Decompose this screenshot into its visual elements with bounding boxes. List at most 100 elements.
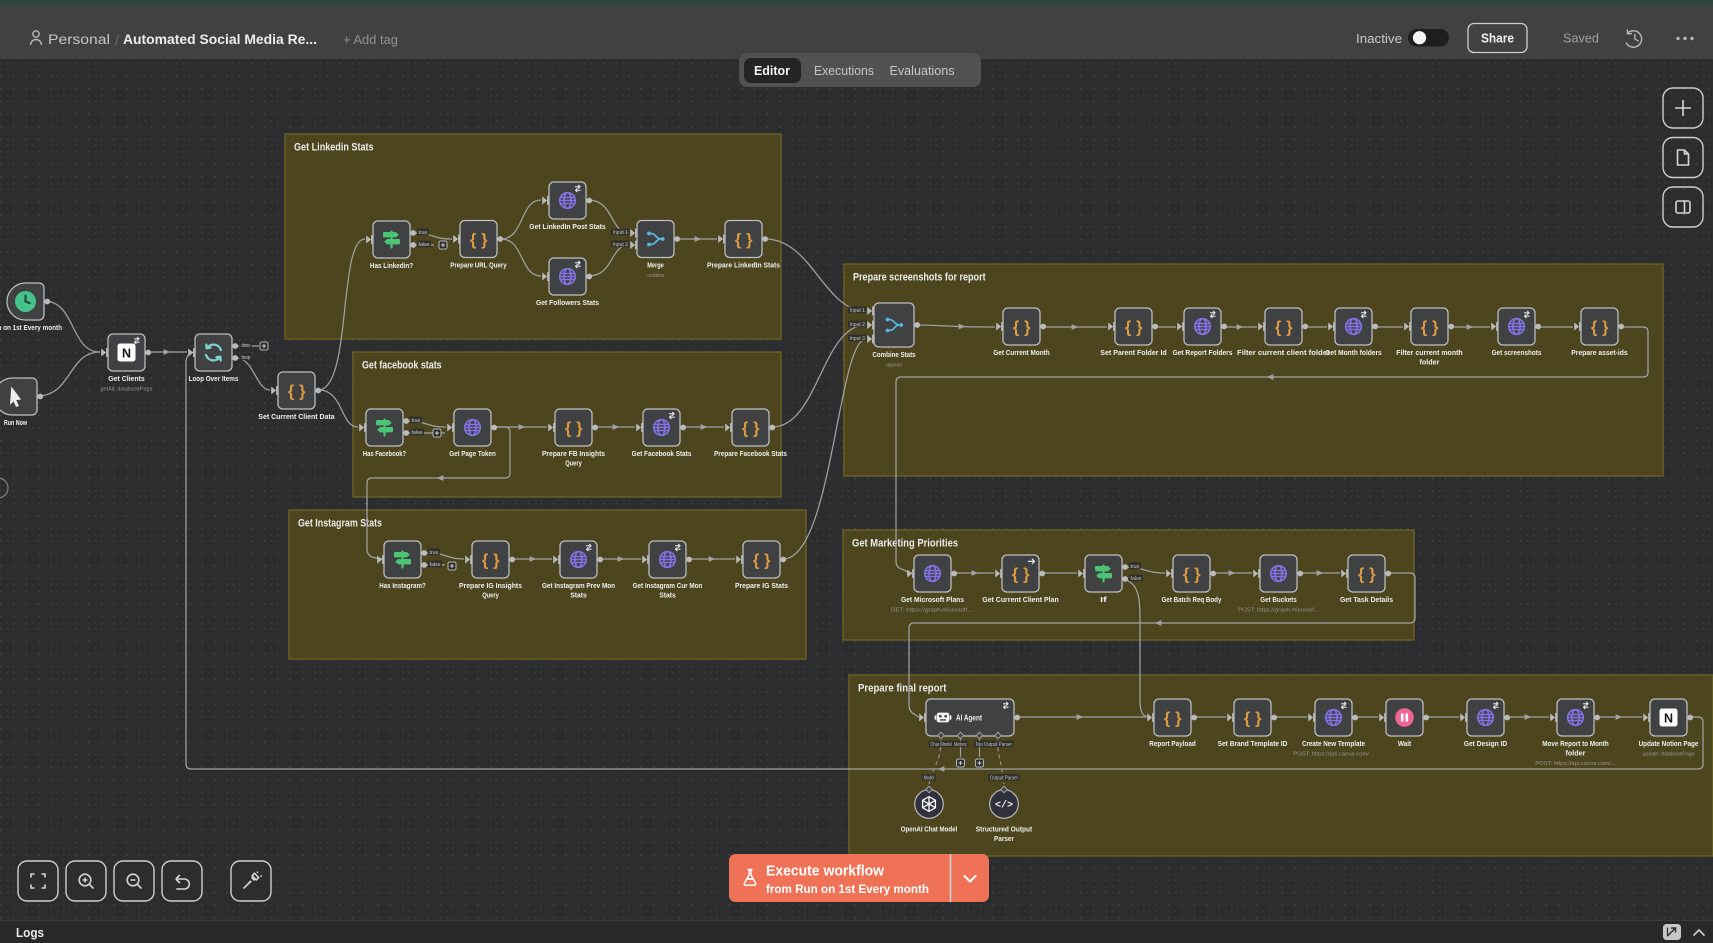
svg-text:Get Facebook Stats: Get Facebook Stats [632,451,692,458]
svg-text:Create New Template: Create New Template [1302,741,1365,748]
svg-text:Inactive: Inactive [1356,31,1402,46]
svg-text:combine: combine [646,273,665,279]
svg-text:Set Current Client Data: Set Current Client Data [258,414,335,421]
svg-text:Input 2: Input 2 [613,242,628,248]
svg-text:Get Page Token: Get Page Token [449,451,496,458]
svg-text:Input 3: Input 3 [850,336,865,342]
svg-text:Get LinkedIn Post Stats: Get LinkedIn Post Stats [529,224,606,231]
svg-text:Get Microsoft Plans: Get Microsoft Plans [901,597,964,604]
svg-text:Saved: Saved [1563,31,1599,46]
svg-text:Prepare Facebook Stats: Prepare Facebook Stats [714,451,787,458]
svg-text:Executions: Executions [814,64,874,78]
svg-text:Get Report Folders: Get Report Folders [1173,350,1233,357]
svg-text:folder: folder [1420,360,1440,367]
svg-text:Get screenshots: Get screenshots [1492,350,1542,357]
svg-text:Prepare FB Insights: Prepare FB Insights [542,451,605,458]
svg-text:/: / [115,32,119,48]
svg-text:POST: https://api.canva.com/..: POST: https://api.canva.com/... [1535,761,1616,767]
svg-text:Output Parser: Output Parser [990,776,1018,782]
svg-text:getAll: databasePage: getAll: databasePage [101,387,154,393]
svg-text:true: true [412,418,421,424]
svg-text:loop: loop [242,355,251,361]
svg-text:Get Design ID: Get Design ID [1464,741,1507,748]
svg-text:Memory: Memory [954,742,967,748]
svg-text:Query: Query [565,461,582,468]
svg-text:true: true [1131,564,1140,570]
svg-text:Prepare IG Stats: Prepare IG Stats [735,583,788,590]
svg-text:Input 1: Input 1 [850,308,865,314]
svg-text:Merge: Merge [647,263,664,270]
svg-text:Get facebook stats: Get facebook stats [362,360,442,372]
svg-text:done: done [242,343,251,349]
svg-text:Loop Over Items: Loop Over Items [189,376,239,383]
svg-text:Structured Output: Structured Output [976,827,1033,834]
svg-text:Wait: Wait [1398,741,1412,748]
svg-text:Set Brand Template ID: Set Brand Template ID [1218,741,1288,748]
svg-text:Has Facebook?: Has Facebook? [363,451,406,458]
svg-text:Get Current Month: Get Current Month [993,350,1049,357]
svg-text:Combine Stats: Combine Stats [872,352,915,359]
svg-text:Logs: Logs [16,926,44,940]
svg-text:Output Parser: Output Parser [984,742,1012,748]
svg-text:Input 1: Input 1 [613,230,628,236]
svg-text:Get Clients: Get Clients [108,376,145,383]
svg-text:true: true [430,550,439,556]
svg-text:Filter current client folder: Filter current client folder [1237,350,1330,357]
svg-text:update: databasePage: update: databasePage [1643,752,1696,758]
svg-text:Input 2: Input 2 [850,322,865,328]
svg-text:If: If [1100,597,1108,604]
svg-text:Filter current month: Filter current month [1396,350,1462,357]
svg-text:Get Followers Stats: Get Followers Stats [536,300,599,307]
svg-text:Personal: Personal [48,32,110,47]
svg-text:Set Parent Folder Id: Set Parent Folder Id [1100,350,1166,357]
svg-text:Execute workflow: Execute workflow [766,864,885,880]
svg-text:true: true [419,230,428,236]
svg-text:false: false [419,242,430,248]
svg-text:Prepare LinkedIn Stats: Prepare LinkedIn Stats [707,263,780,270]
svg-text:folder: folder [1566,751,1586,758]
svg-text:Prepare URL Query: Prepare URL Query [450,263,507,270]
svg-text:Stats: Stats [659,593,676,600]
svg-text:POST: https://api.canva.com/..: POST: https://api.canva.com/... [1293,752,1374,758]
svg-text:Get Instagram Cur Mon: Get Instagram Cur Mon [633,583,703,590]
svg-text:Get Month folders: Get Month folders [1325,350,1382,357]
svg-text:+ Add tag: + Add tag [343,33,398,47]
svg-text:Move Report to Month: Move Report to Month [1542,741,1608,748]
svg-text:Prepare asset-ids: Prepare asset-ids [1571,350,1628,357]
svg-text:from Run on 1st Every month: from Run on 1st Every month [766,882,929,896]
svg-text:OpenAI Chat Model: OpenAI Chat Model [901,827,957,834]
svg-text:Chat Model: Chat Model [930,742,952,748]
svg-text:Get Instagram Stats: Get Instagram Stats [298,518,382,530]
svg-text:Get Marketing Priorities: Get Marketing Priorities [852,538,958,550]
svg-text:Run Now: Run Now [4,420,28,427]
svg-text:Update Notion Page: Update Notion Page [1639,741,1699,748]
svg-text:Editor: Editor [754,64,790,78]
svg-text:Get Linkedin Stats: Get Linkedin Stats [294,142,374,154]
svg-text:false: false [1131,576,1142,582]
svg-text:Parser: Parser [994,836,1014,843]
svg-text:Get Buckets: Get Buckets [1260,597,1297,604]
svg-text:false: false [412,430,423,436]
svg-text:Prepare screenshots for report: Prepare screenshots for report [853,272,986,284]
svg-text:GET: https://graph.microsoft..: GET: https://graph.microsoft.... [891,608,975,614]
svg-text:Evaluations: Evaluations [890,64,955,78]
svg-text:Prepare final report: Prepare final report [858,683,947,695]
svg-text:Prepare IG Insights: Prepare IG Insights [459,583,522,590]
svg-text:POST: https://graph.microsof..: POST: https://graph.microsof... [1238,608,1319,614]
svg-text:Run on 1st Every month: Run on 1st Every month [0,325,62,332]
svg-text:Get Current Client Plan: Get Current Client Plan [982,597,1058,604]
svg-text:Share: Share [1481,31,1514,46]
svg-text:Model: Model [924,776,935,782]
svg-text:Get Task Details: Get Task Details [1340,597,1393,604]
svg-text:Get Instagram Prev Mon: Get Instagram Prev Mon [542,583,615,590]
svg-text:append: append [886,363,902,369]
svg-text:Has Instagram?: Has Instagram? [379,583,426,590]
svg-text:</>: </> [995,800,1013,812]
svg-text:Automated Social Media Re...: Automated Social Media Re... [123,32,317,47]
svg-text:Report Payload: Report Payload [1149,741,1196,748]
svg-text:false: false [430,562,441,568]
svg-text:AI Agent: AI Agent [956,714,982,723]
svg-text:Has Linkedin?: Has Linkedin? [370,263,413,270]
svg-text:Get Batch Req Body: Get Batch Req Body [1162,597,1222,604]
svg-text:Query: Query [482,593,499,600]
